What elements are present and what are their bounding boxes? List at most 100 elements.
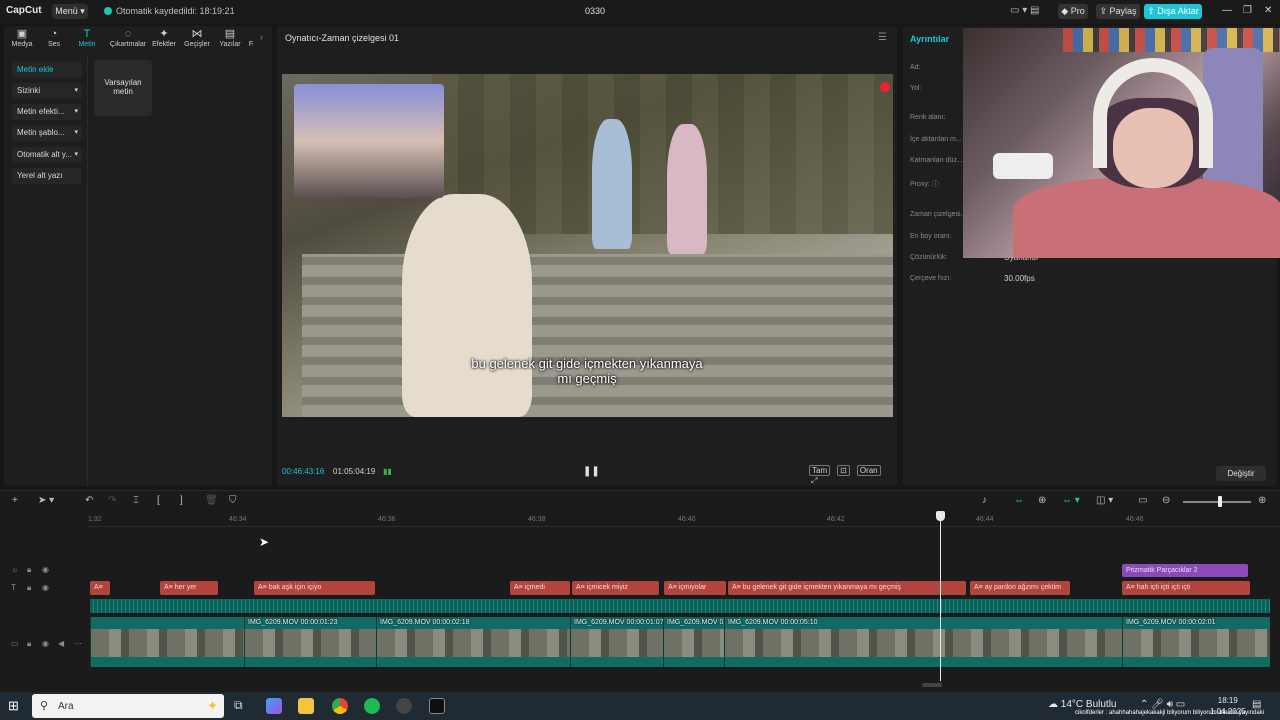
text-clip[interactable]: A≡ ay pardon ağzımı çektim	[970, 581, 1070, 595]
text-clip[interactable]: A≡ içmedi	[510, 581, 570, 595]
tab-filters[interactable]: F	[244, 28, 258, 54]
eye-icon[interactable]: ◉	[42, 565, 49, 574]
video-track: IMG_6209.MOV 00:00:01:23 IMG_6209.MOV 00…	[90, 617, 1270, 667]
playhead-handle[interactable]	[936, 511, 945, 521]
shield-icon[interactable]: ⛉	[229, 495, 237, 506]
tab-text[interactable]: T Metin	[71, 28, 103, 54]
menu-icon[interactable]: ☰	[878, 32, 887, 43]
link-icon[interactable]: ⇔	[1014, 495, 1024, 506]
trim-right-icon[interactable]: ]	[180, 495, 183, 506]
add-track-icon[interactable]: +	[12, 495, 18, 506]
tab-media[interactable]: ▣ Medya	[6, 28, 38, 54]
timeline-ruler[interactable]: 1:32 46:34 46:36 46:38 46:40 46:42 46:44…	[88, 513, 1280, 527]
playhead[interactable]	[940, 513, 941, 681]
text-clip[interactable]: A≡ içmiyolar	[664, 581, 726, 595]
preview-axis-icon[interactable]: ⇔ ▾	[1062, 495, 1080, 506]
timeline-scrollbar[interactable]	[922, 683, 942, 687]
nav-yours[interactable]: Sizinki ▾	[12, 83, 82, 99]
zoom-in-icon[interactable]: ⊕	[1258, 495, 1266, 506]
player-controls: Tam ⊡ Oran ⤢	[809, 465, 897, 486]
weather-widget[interactable]: ☁ 14°C Bulutlu	[1048, 699, 1116, 710]
pro-button[interactable]: ◆ Pro	[1058, 4, 1088, 19]
lock-icon[interactable]: 🔒︎	[27, 583, 31, 593]
zoom-slider-knob[interactable]	[1218, 496, 1222, 507]
eye-icon[interactable]: ◉	[42, 583, 49, 592]
nav-local-captions[interactable]: Yerel alt yazı	[12, 168, 82, 184]
nav-text-effects[interactable]: Metin efekti... ▾	[12, 104, 82, 120]
video-clip[interactable]	[90, 617, 244, 667]
lock-icon[interactable]: 🔒︎	[27, 565, 31, 575]
tab-effects[interactable]: ✦ Efektler	[148, 28, 180, 54]
track-headers: ☼ 🔒︎ ◉ T 🔒︎ ◉ ▭ 🔒︎ ◉ ◀︎ ⋯	[0, 563, 88, 693]
minimize-icon[interactable]: —	[1222, 5, 1232, 16]
chrome-icon[interactable]	[332, 698, 348, 714]
zoom-out-icon[interactable]: ⊖	[1162, 495, 1170, 506]
file-explorer-icon[interactable]	[298, 698, 314, 714]
subtitle-overlay[interactable]: bu gelenek git gide içmekten yıkanmaya m…	[412, 356, 762, 386]
maximize-icon[interactable]: ❐	[1243, 5, 1252, 16]
video-clip[interactable]: IMG_6209.MOV 00:00:05:10	[724, 617, 1122, 667]
video-clip[interactable]: IMG_6209.MOV 00:00:01:23	[244, 617, 376, 667]
tab-transitions[interactable]: ⋈ Geçişler	[181, 28, 213, 54]
nav-auto-captions[interactable]: Otomatik alt y... ▾	[12, 147, 82, 163]
eye-icon[interactable]: ◉	[42, 639, 49, 648]
full-quality-button[interactable]: Tam	[809, 465, 831, 476]
audio-waveform-track[interactable]	[90, 599, 1270, 613]
tab-captions[interactable]: ▤ Yazılar	[214, 28, 246, 54]
task-view-icon[interactable]: ⧉	[234, 698, 243, 713]
taskbar-search[interactable]: ⚲ Ara ✦	[32, 694, 224, 718]
undo-icon[interactable]: ↶	[85, 495, 93, 506]
chevron-right-icon[interactable]: ›	[260, 32, 263, 42]
text-clip[interactable]: A≡ her yer	[160, 581, 218, 595]
copilot-icon[interactable]	[266, 698, 282, 714]
effect-clip[interactable]: Prizmatik Parçacıklar 2	[1122, 564, 1248, 577]
fullscreen-icon[interactable]: ⤢	[809, 476, 819, 486]
export-button[interactable]: ⇧ Dışa Aktar	[1144, 4, 1202, 19]
layout-icon[interactable]: ◫ ▾	[1096, 495, 1113, 506]
more-icon[interactable]: ⋯	[74, 639, 82, 648]
snapshot-icon[interactable]: ⊡	[837, 465, 850, 476]
default-text-card[interactable]: Varsayılan metin	[94, 60, 152, 116]
nav-text-templates[interactable]: Metin şablo... ▾	[12, 125, 82, 141]
change-button[interactable]: Değiştir	[1216, 466, 1266, 481]
text-clip[interactable]: A≡ hah içti içti içti içti	[1122, 581, 1250, 595]
microphone-icon	[993, 153, 1053, 179]
speaker-icon[interactable]: ◀︎	[58, 639, 64, 648]
text-clip[interactable]: A≡ içmicek miyiz	[572, 581, 659, 595]
snap-icon[interactable]: ⊕	[1038, 495, 1046, 506]
select-tool-icon[interactable]: ➤ ▾	[38, 495, 54, 506]
zoom-slider[interactable]	[1183, 501, 1251, 503]
delete-icon[interactable]: 🗑	[205, 495, 218, 506]
video-clip[interactable]: IMG_6209.MOV 00:00:02:01	[1122, 617, 1270, 667]
video-clip-label: IMG_6209.MOV 00:00:01:23	[248, 619, 338, 626]
tab-stickers[interactable]: ◌ Çıkartmalar	[108, 28, 148, 54]
video-clip[interactable]: IMG_6209.MOV 00:00:02:18	[376, 617, 570, 667]
tab-audio[interactable]: ◔ Ses	[38, 28, 70, 54]
text-clip[interactable]: A≡ bak aşk için içiyo	[254, 581, 375, 595]
trim-left-icon[interactable]: [	[157, 495, 160, 506]
caption-icon[interactable]: ▭	[1138, 495, 1147, 506]
text-clip[interactable]: A≡ bu gelenek git gide içmekten yıkanmay…	[728, 581, 966, 595]
ratio-button[interactable]: Oran	[856, 465, 881, 476]
windows-start-icon[interactable]: ⊞	[8, 698, 19, 714]
layout-icon[interactable]: ▭ ▾ ▤	[1010, 5, 1039, 16]
spotify-icon[interactable]	[364, 698, 380, 714]
microphone-icon[interactable]: ♪	[982, 495, 987, 506]
notification-icon[interactable]: ▤	[1252, 699, 1261, 710]
video-clip-label: IMG_6209.MOV 00:00:02:18	[380, 619, 470, 626]
nav-add-text[interactable]: Metin ekle	[12, 62, 82, 78]
share-button[interactable]: ⇪ Paylaş	[1096, 4, 1140, 19]
video-clip[interactable]: IMG_6209.MOV 00:00:01:07	[570, 617, 664, 667]
lock-icon[interactable]: 🔒︎	[27, 639, 31, 649]
video-clip[interactable]: IMG_6209.MOV 0	[663, 617, 724, 667]
video-person	[667, 124, 707, 254]
redo-icon[interactable]: ↷	[108, 495, 116, 506]
pause-button[interactable]: ❚❚	[583, 466, 600, 477]
close-icon[interactable]: ✕	[1264, 5, 1272, 16]
system-tray[interactable]: ⌃ 🎤︎ 🔊︎ ▭	[1140, 699, 1185, 710]
obs-icon[interactable]	[396, 698, 412, 714]
text-clip[interactable]: A≡	[90, 581, 110, 595]
capcut-icon[interactable]	[429, 698, 445, 714]
split-icon[interactable]: ⌶	[133, 495, 139, 506]
menu-button[interactable]: Menü ▾	[52, 4, 88, 19]
